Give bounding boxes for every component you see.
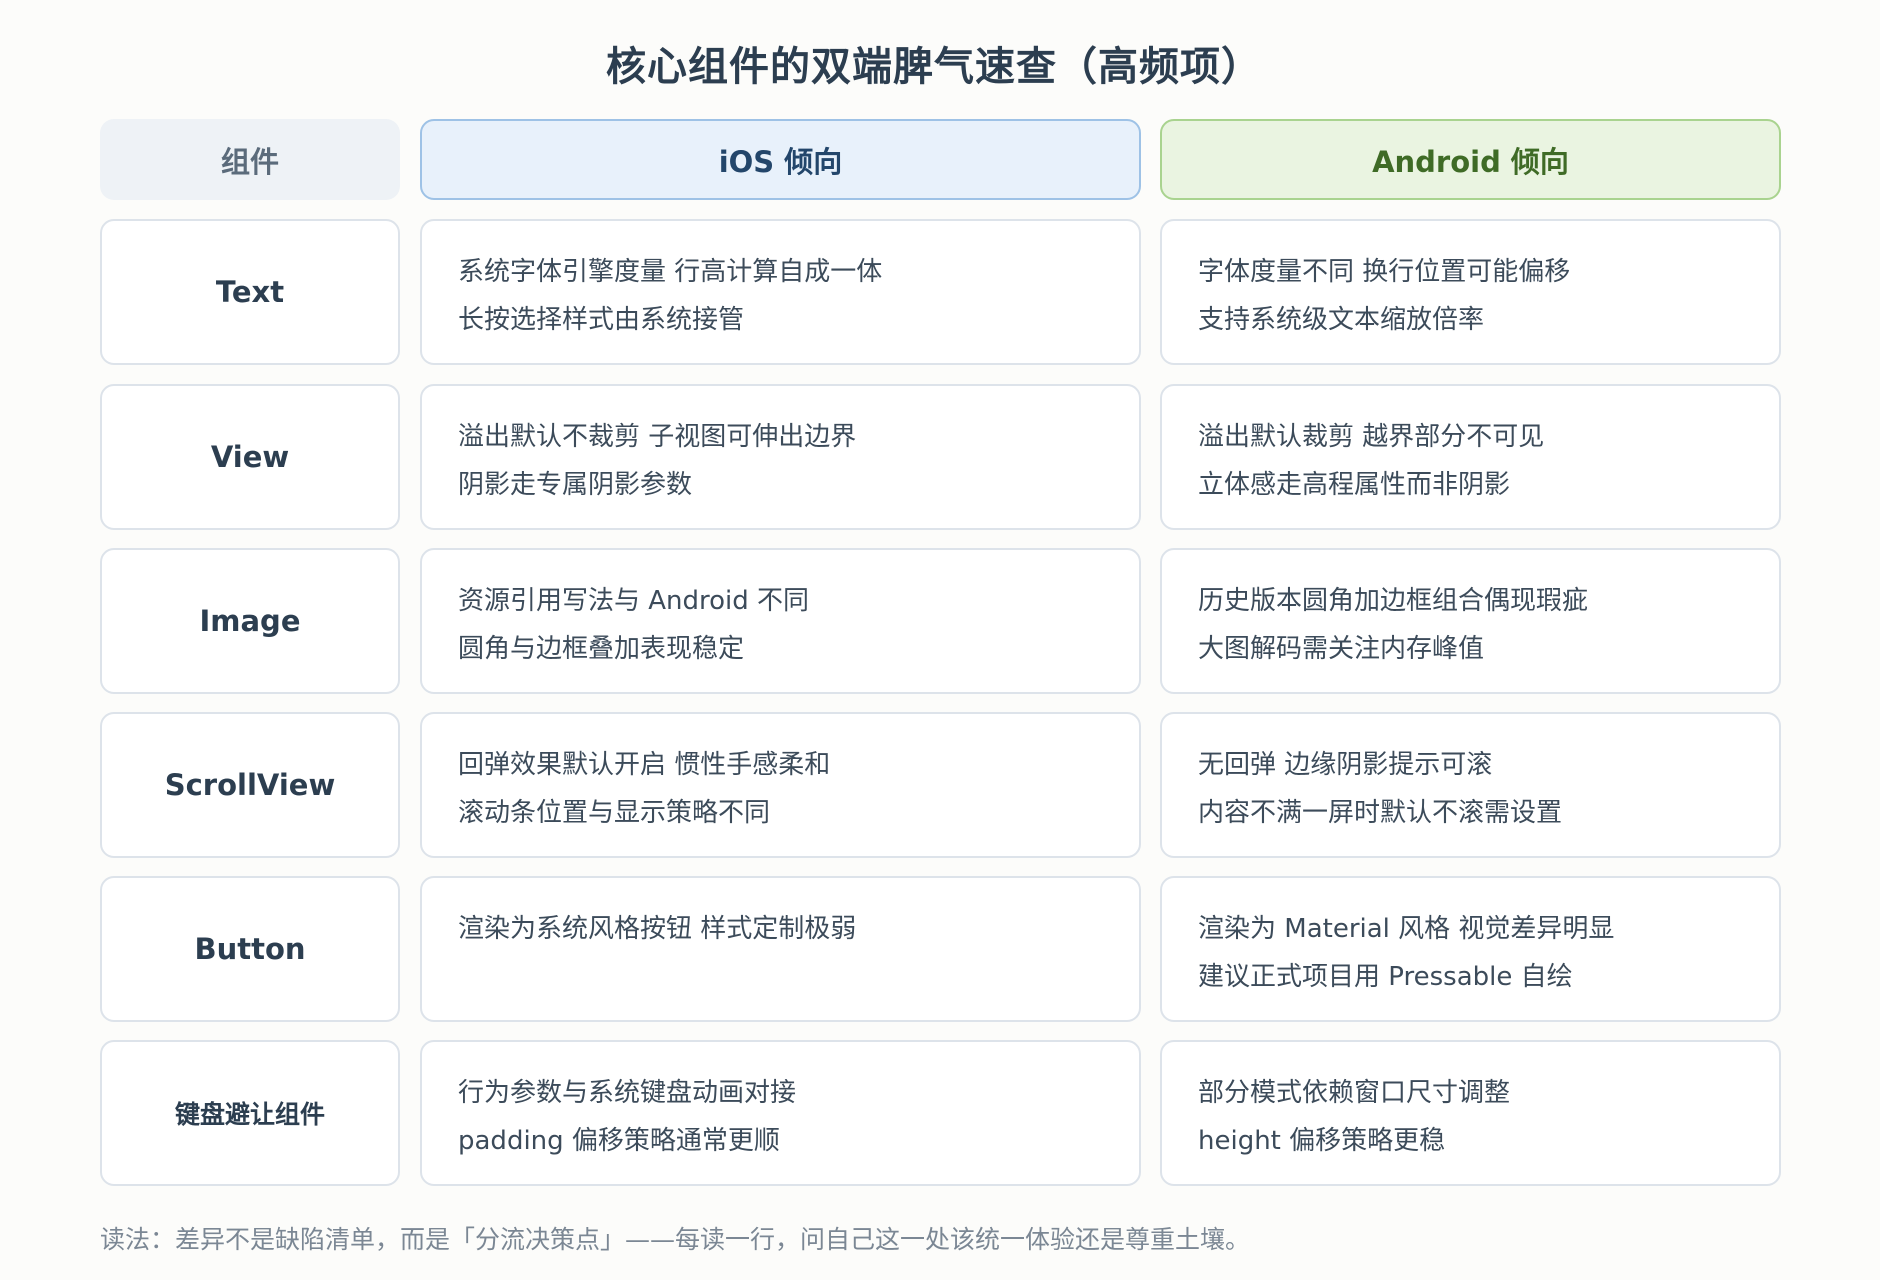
component-name-cell: Text — [100, 219, 400, 365]
component-name-cell: View — [100, 384, 400, 530]
ios-behavior-cell: 回弹效果默认开启 惯性手感柔和 滚动条位置与显示策略不同 — [420, 712, 1141, 858]
component-name-cell: ScrollView — [100, 712, 400, 858]
ios-behavior-cell: 溢出默认不裁剪 子视图可伸出边界 阴影走专属阴影参数 — [420, 384, 1141, 530]
android-note-line: 溢出默认裁剪 越界部分不可见 — [1198, 422, 1545, 452]
column-header-ios: iOS 倾向 — [420, 119, 1141, 200]
column-header-component: 组件 — [100, 119, 400, 200]
component-name-cell: 键盘避让组件 — [100, 1040, 400, 1186]
ios-note-line: 滚动条位置与显示策略不同 — [458, 798, 771, 828]
android-note-line: 历史版本圆角加边框组合偶现瑕疵 — [1198, 586, 1589, 616]
ios-behavior-cell: 行为参数与系统键盘动画对接 padding 偏移策略通常更顺 — [420, 1040, 1141, 1186]
android-behavior-cell: 字体度量不同 换行位置可能偏移 支持系统级文本缩放倍率 — [1160, 219, 1781, 365]
android-note-line: 字体度量不同 换行位置可能偏移 — [1198, 257, 1571, 287]
component-name-cell: Button — [100, 876, 400, 1022]
reading-note: 读法：差异不是缺陷清单，而是「分流决策点」——每读一行，问自己这一处该统一体验还… — [100, 1225, 1251, 1254]
android-note-line: 渲染为 Material 风格 视觉差异明显 — [1198, 914, 1615, 944]
table-row: 键盘避让组件 行为参数与系统键盘动画对接 padding 偏移策略通常更顺 部分… — [0, 1040, 1880, 1186]
android-note-line: 无回弹 边缘阴影提示可滚 — [1198, 750, 1493, 780]
table-row: Text 系统字体引擎度量 行高计算自成一体 长按选择样式由系统接管 字体度量不… — [0, 219, 1880, 365]
android-note-line: 大图解码需关注内存峰值 — [1198, 634, 1485, 664]
ios-note-line: 资源引用写法与 Android 不同 — [458, 586, 810, 616]
ios-note-line: 系统字体引擎度量 行高计算自成一体 — [458, 257, 883, 287]
ios-behavior-cell: 系统字体引擎度量 行高计算自成一体 长按选择样式由系统接管 — [420, 219, 1141, 365]
table-row: ScrollView 回弹效果默认开启 惯性手感柔和 滚动条位置与显示策略不同 … — [0, 712, 1880, 858]
component-name-cell: Image — [100, 548, 400, 694]
android-behavior-cell: 历史版本圆角加边框组合偶现瑕疵 大图解码需关注内存峰值 — [1160, 548, 1781, 694]
android-note-line: 支持系统级文本缩放倍率 — [1198, 305, 1485, 335]
android-note-line: 立体感走高程属性而非阴影 — [1198, 470, 1511, 500]
android-behavior-cell: 部分模式依赖窗口尺寸调整 height 偏移策略更稳 — [1160, 1040, 1781, 1186]
page-title: 核心组件的双端脾气速查（高频项） — [606, 44, 1262, 90]
table-row: View 溢出默认不裁剪 子视图可伸出边界 阴影走专属阴影参数 溢出默认裁剪 越… — [0, 384, 1880, 530]
ios-note-line: 圆角与边框叠加表现稳定 — [458, 634, 745, 664]
android-behavior-cell: 无回弹 边缘阴影提示可滚 内容不满一屏时默认不滚需设置 — [1160, 712, 1781, 858]
ios-note-line: 渲染为系统风格按钮 样式定制极弱 — [458, 914, 857, 944]
android-note-line: 建议正式项目用 Pressable 自绘 — [1198, 962, 1573, 992]
android-note-line: 内容不满一屏时默认不滚需设置 — [1198, 798, 1563, 828]
table-row: Button 渲染为系统风格按钮 样式定制极弱 渲染为 Material 风格 … — [0, 876, 1880, 1022]
ios-note-line: padding 偏移策略通常更顺 — [458, 1126, 780, 1156]
ios-behavior-cell: 资源引用写法与 Android 不同 圆角与边框叠加表现稳定 — [420, 548, 1141, 694]
ios-note-line: 溢出默认不裁剪 子视图可伸出边界 — [458, 422, 857, 452]
ios-note-line: 行为参数与系统键盘动画对接 — [458, 1078, 797, 1108]
ios-behavior-cell: 渲染为系统风格按钮 样式定制极弱 — [420, 876, 1141, 1022]
ios-note-line: 阴影走专属阴影参数 — [458, 470, 693, 500]
ios-note-line: 回弹效果默认开启 惯性手感柔和 — [458, 750, 831, 780]
ios-note-line: 长按选择样式由系统接管 — [458, 305, 745, 335]
android-behavior-cell: 溢出默认裁剪 越界部分不可见 立体感走高程属性而非阴影 — [1160, 384, 1781, 530]
android-behavior-cell: 渲染为 Material 风格 视觉差异明显 建议正式项目用 Pressable… — [1160, 876, 1781, 1022]
table-row: Image 资源引用写法与 Android 不同 圆角与边框叠加表现稳定 历史版… — [0, 548, 1880, 694]
column-header-android: Android 倾向 — [1160, 119, 1781, 200]
android-note-line: height 偏移策略更稳 — [1198, 1126, 1446, 1156]
android-note-line: 部分模式依赖窗口尺寸调整 — [1198, 1078, 1511, 1108]
